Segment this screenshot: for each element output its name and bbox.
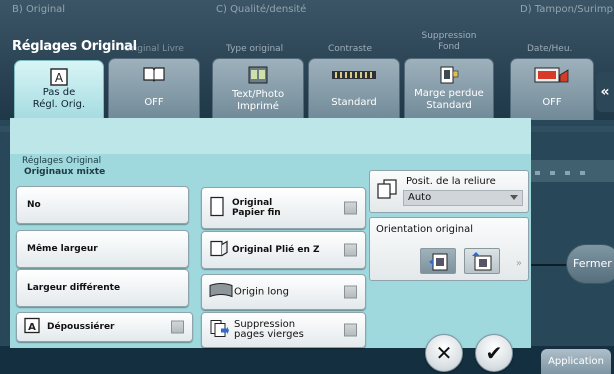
- application-tab[interactable]: Application: [541, 349, 611, 374]
- long-original-checkbox[interactable]: [344, 285, 357, 299]
- long-original-icon: [209, 282, 233, 303]
- button-label: Original Plié en Z: [232, 245, 320, 255]
- binding-position-icon: [376, 179, 398, 203]
- button-label: No: [27, 200, 41, 210]
- button-label: Original Papier fin: [232, 198, 281, 218]
- blank-page-removal-icon: [209, 319, 229, 342]
- section-original-label: B) Original: [12, 4, 66, 15]
- svg-text:A: A: [55, 71, 64, 85]
- bottom-bar: [0, 346, 614, 374]
- orientation-landscape-button[interactable]: [464, 248, 500, 274]
- z-fold-icon: [209, 239, 229, 262]
- button-label: Même largeur: [27, 244, 98, 254]
- section-quality-label: C) Qualité/densité: [216, 4, 307, 15]
- button-label-line1: Original: [232, 198, 273, 208]
- tab-label: OFF: [542, 97, 562, 108]
- orientation-title: Orientation original: [376, 224, 474, 235]
- chevron-down-icon: [510, 195, 518, 200]
- tab-original-type[interactable]: Text/Photo Imprimé: [212, 58, 304, 124]
- tab-book-original[interactable]: OFF: [108, 58, 200, 124]
- orientation-portrait-button[interactable]: [420, 248, 456, 274]
- despeckle-checkbox[interactable]: [171, 320, 184, 334]
- binding-position-title: Posit. de la reliure: [406, 176, 496, 187]
- z-fold-original-button[interactable]: Original Plié en Z: [201, 231, 366, 269]
- tab-label: Pas de Régl. Orig.: [32, 87, 86, 110]
- thin-paper-original-button[interactable]: Original Papier fin: [201, 187, 366, 229]
- mixed-original-no-button[interactable]: No: [16, 186, 189, 224]
- tab-no-original-setting[interactable]: A Pas de Régl. Orig.: [14, 60, 104, 126]
- close-icon: ✕: [435, 341, 453, 365]
- portrait-orientation-icon: [429, 253, 448, 271]
- checkmark-icon: ✔: [485, 341, 503, 365]
- group-subtitle: Originaux mixte: [24, 167, 106, 177]
- button-label: Suppression pages vierges: [234, 320, 304, 340]
- dialog-header: [10, 118, 531, 154]
- long-original-button[interactable]: Origin long: [201, 274, 366, 310]
- button-label: Largeur différente: [27, 283, 121, 293]
- date-stamp-icon: [534, 66, 570, 88]
- background-removal-icon: [439, 66, 459, 88]
- original-settings-title: Réglages Original: [12, 39, 137, 54]
- group-title: Réglages Original: [22, 156, 102, 166]
- svg-text:A: A: [28, 322, 36, 333]
- z-fold-checkbox[interactable]: [344, 243, 357, 257]
- text-photo-icon: [248, 66, 268, 88]
- section-stamp-label: D) Tampon/Surimp: [520, 4, 613, 15]
- tab-contrast[interactable]: Standard: [308, 58, 400, 124]
- background-progress-strip: [530, 160, 614, 182]
- mixed-original-same-width-button[interactable]: Même largeur: [16, 230, 189, 268]
- cancel-button[interactable]: ✕: [425, 334, 463, 372]
- landscape-orientation-icon: [472, 252, 492, 271]
- original-orientation-panel: Orientation original »: [369, 217, 529, 281]
- close-button[interactable]: Fermer: [566, 244, 614, 284]
- binding-position-value: Auto: [408, 192, 432, 203]
- tab-label: Marge perdue Standard: [414, 88, 484, 111]
- mixed-original-different-width-button[interactable]: Largeur différente: [16, 269, 189, 307]
- book-original-header: Original Livre: [124, 44, 184, 54]
- original-type-header: Type original: [226, 44, 284, 54]
- despeckle-button[interactable]: A Dépoussiérer: [16, 312, 193, 342]
- button-label-line2: pages vierges: [234, 329, 304, 340]
- button-label: Dépoussiérer: [47, 322, 115, 332]
- book-icon: [143, 66, 165, 86]
- tab-date-time[interactable]: OFF: [510, 58, 594, 124]
- blank-page-removal-checkbox[interactable]: [344, 323, 357, 337]
- thin-paper-icon: [209, 196, 225, 220]
- a-letter-icon: A: [24, 317, 40, 337]
- thin-paper-checkbox[interactable]: [344, 201, 357, 215]
- more-orientation-icon[interactable]: »: [516, 258, 522, 269]
- contrast-header: Contraste: [328, 44, 372, 54]
- tab-background-removal[interactable]: Marge perdue Standard: [404, 58, 494, 124]
- background-removal-header: Suppression Fond: [421, 31, 477, 52]
- date-time-header: Date/Heu.: [527, 44, 573, 54]
- blank-page-removal-button[interactable]: Suppression pages vierges: [201, 312, 366, 348]
- tab-label: Text/Photo Imprimé: [231, 89, 285, 112]
- contrast-icon: [332, 66, 376, 85]
- collapse-arrow-button[interactable]: «: [596, 72, 614, 112]
- binding-position-panel[interactable]: Posit. de la reliure Auto: [369, 170, 529, 213]
- tab-label: OFF: [144, 97, 164, 108]
- button-label-line2: Papier fin: [232, 208, 281, 218]
- tab-label: Standard: [331, 97, 377, 108]
- binding-position-select[interactable]: Auto: [403, 190, 523, 206]
- ok-button[interactable]: ✔: [475, 334, 513, 372]
- button-label: Origin long: [234, 286, 289, 298]
